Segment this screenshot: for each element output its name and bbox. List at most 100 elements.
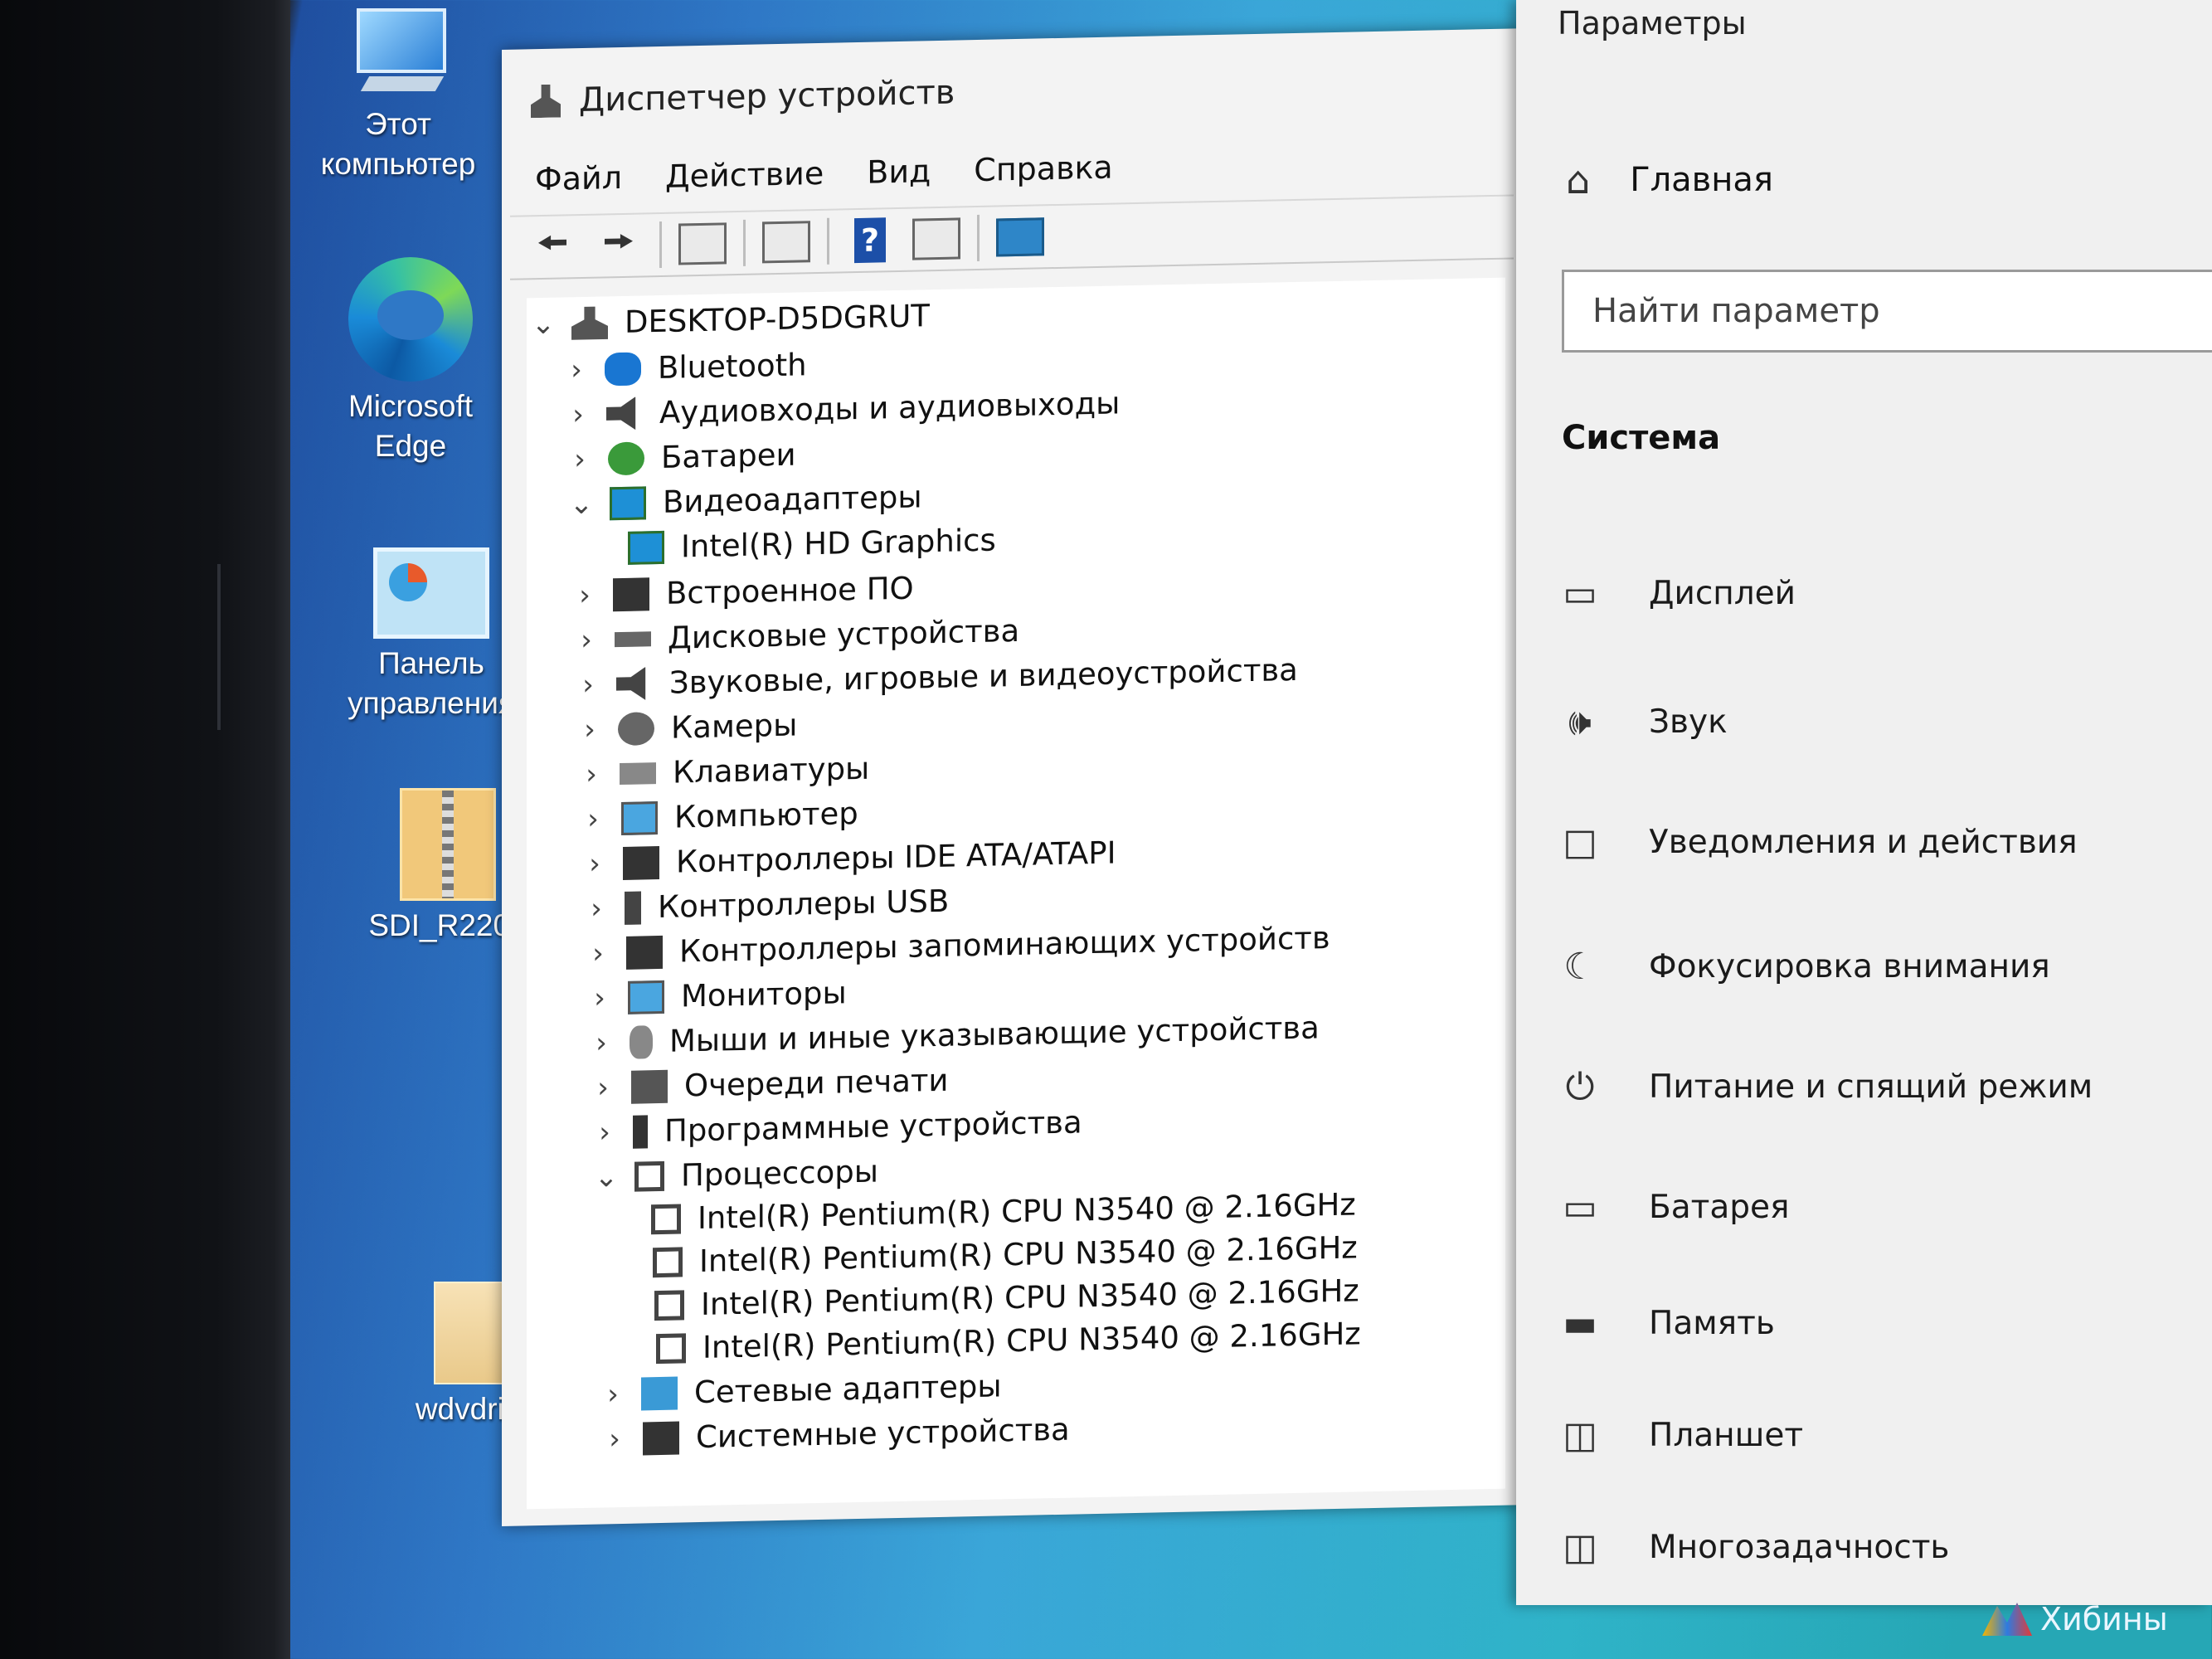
watermark-logo-icon — [1982, 1603, 2032, 1636]
chevron-right-icon[interactable]: › — [573, 713, 606, 747]
chevron-down-icon[interactable]: ⌄ — [565, 487, 598, 521]
tree-node-software-devices[interactable]: › Программные устройства — [588, 1104, 1082, 1150]
settings-item-sound[interactable]: 🕪 Звук — [1558, 701, 1728, 743]
chevron-right-icon[interactable]: › — [560, 353, 593, 387]
menu-view[interactable]: Вид — [867, 153, 931, 191]
tree-node-label: Системные устройства — [696, 1411, 1070, 1456]
settings-item-multitasking[interactable]: ◫ Многозадачность — [1558, 1526, 1949, 1569]
scan-hardware-icon[interactable] — [994, 212, 1046, 261]
settings-title: Параметры — [1558, 5, 1747, 41]
chevron-right-icon[interactable]: › — [598, 1422, 631, 1456]
menu-action[interactable]: Действие — [665, 155, 824, 195]
settings-item-battery[interactable]: ▭ Батарея — [1558, 1186, 1789, 1228]
window-title-bar[interactable]: Диспетчер устройств — [531, 74, 955, 121]
chevron-right-icon[interactable]: › — [586, 1071, 620, 1105]
forward-arrow-icon[interactable]: 🠚 — [593, 220, 644, 270]
processor-icon — [651, 1203, 681, 1234]
menu-file[interactable]: Файл — [535, 159, 622, 197]
tree-node-system-devices[interactable]: › Системные устройства — [598, 1412, 1070, 1457]
tree-leaf-cpu[interactable]: Intel(R) Pentium(R) CPU N3540 @ 2.16GHz — [644, 1316, 1361, 1366]
tree-node-sound-video[interactable]: › Звуковые, игровые и видеоустройства — [571, 652, 1298, 703]
settings-item-storage[interactable]: ▬ Память — [1558, 1302, 1775, 1345]
properties-icon[interactable] — [677, 219, 728, 268]
tree-node-label: Процессоры — [681, 1153, 878, 1194]
settings-item-focus-assist[interactable]: ☾ Фокусировка внимания — [1558, 946, 2050, 988]
chevron-right-icon[interactable]: › — [588, 1115, 621, 1149]
settings-item-notifications[interactable]: □ Уведомления и действия — [1558, 821, 2077, 864]
chevron-down-icon[interactable]: ⌄ — [590, 1160, 623, 1194]
tree-node-keyboards[interactable]: › Клавиатуры — [575, 751, 869, 792]
desktop-icon-control-panel[interactable]: Панель управления — [336, 547, 527, 723]
tree-leaf-cpu[interactable]: Intel(R) Pentium(R) CPU N3540 @ 2.16GHz — [643, 1272, 1359, 1323]
tree-node-label: Мыши и иные указывающие устройства — [669, 1010, 1320, 1059]
tree-node-audio-io[interactable]: › Аудиовходы и аудиовыходы — [562, 385, 1120, 432]
chevron-right-icon[interactable]: › — [580, 892, 613, 926]
settings-item-power[interactable]: ⏻ Питание и спящий режим — [1558, 1066, 2093, 1108]
tree-node-network-adapters[interactable]: › Сетевые адаптеры — [596, 1368, 1001, 1412]
tree-root[interactable]: ⌄ DESKTOP-D5DGRUT — [527, 298, 930, 342]
chevron-right-icon[interactable]: › — [568, 578, 601, 612]
usb-icon — [625, 890, 641, 925]
tree-node-display-adapters[interactable]: ⌄ Видеоадаптеры — [565, 479, 922, 522]
tree-node-label: Контроллеры запоминающих устройств — [679, 920, 1330, 970]
tree-node-print-queues[interactable]: › Очереди печати — [586, 1063, 948, 1106]
update-driver-icon[interactable] — [761, 217, 812, 266]
tree-node-label: Звуковые, игровые и видеоустройства — [669, 651, 1298, 701]
help-icon[interactable]: ? — [844, 216, 896, 265]
chevron-right-icon[interactable]: › — [596, 1377, 630, 1411]
processor-icon — [634, 1160, 664, 1192]
monitor-icon — [621, 800, 658, 835]
tree-node-usb-controllers[interactable]: › Контроллеры USB — [580, 883, 949, 927]
tree-node-label: Очереди печати — [684, 1062, 949, 1104]
chevron-right-icon[interactable]: › — [576, 802, 610, 836]
tree-leaf-cpu[interactable]: Intel(R) Pentium(R) CPU N3540 @ 2.16GHz — [639, 1186, 1356, 1237]
chevron-right-icon[interactable]: › — [581, 937, 615, 971]
show-hidden-icon[interactable] — [911, 214, 962, 263]
desktop-icon-this-pc[interactable]: Этот компьютер — [307, 8, 489, 184]
tree-node-label: Intel(R) Pentium(R) CPU N3540 @ 2.16GHz — [698, 1186, 1356, 1237]
back-arrow-icon[interactable]: 🠘 — [527, 221, 578, 271]
chevron-right-icon[interactable]: › — [570, 623, 603, 657]
chevron-right-icon[interactable]: › — [585, 1026, 618, 1060]
tree-leaf-hd-graphics[interactable]: Intel(R) HD Graphics — [616, 523, 996, 567]
desktop-icon-edge[interactable]: Microsoft Edge — [328, 257, 493, 466]
multitasking-icon: ◫ — [1563, 1526, 1597, 1569]
storage-icon: ▬ — [1563, 1302, 1597, 1345]
settings-home-link[interactable]: ⌂ Главная — [1566, 158, 1773, 202]
tree-node-storage-controllers[interactable]: › Контроллеры запоминающих устройств — [581, 920, 1330, 971]
tree-node-label: Мониторы — [681, 975, 847, 1014]
settings-search-input[interactable]: Найти параметр — [1562, 270, 2212, 353]
tree-node-monitors[interactable]: › Мониторы — [583, 975, 847, 1016]
tree-node-batteries[interactable]: › Батареи — [563, 437, 795, 478]
chevron-right-icon[interactable]: › — [571, 668, 605, 702]
chevron-right-icon[interactable]: › — [583, 981, 616, 1015]
moon-icon: ☾ — [1563, 946, 1597, 988]
tree-node-bluetooth[interactable]: › Bluetooth — [560, 347, 806, 387]
keyboard-icon — [620, 761, 656, 785]
menu-help[interactable]: Справка — [974, 149, 1112, 189]
settings-item-tablet[interactable]: ◫ Планшет — [1558, 1414, 1803, 1457]
settings-item-display[interactable]: ▭ Дисплей — [1558, 572, 1796, 615]
tree-node-mice[interactable]: › Мыши и иные указывающие устройства — [585, 1010, 1320, 1061]
chevron-right-icon[interactable]: › — [563, 442, 596, 476]
tree-node-label: Камеры — [671, 707, 798, 746]
screen-bezel — [0, 0, 290, 1659]
chevron-right-icon[interactable]: › — [578, 847, 611, 881]
tree-node-processors[interactable]: ⌄ Процессоры — [590, 1153, 878, 1194]
processor-icon — [653, 1246, 683, 1277]
tree-node-disk-drives[interactable]: › Дисковые устройства — [570, 613, 1019, 658]
tree-node-cameras[interactable]: › Камеры — [573, 708, 797, 748]
toolbar-separator — [977, 214, 980, 261]
tree-node-firmware[interactable]: › Встроенное ПО — [568, 571, 913, 614]
chevron-right-icon[interactable]: › — [562, 397, 595, 431]
chevron-right-icon[interactable]: › — [575, 757, 608, 791]
home-icon: ⌂ — [1566, 158, 1591, 202]
tree-leaf-cpu[interactable]: Intel(R) Pentium(R) CPU N3540 @ 2.16GHz — [641, 1229, 1358, 1280]
tree-node-computer[interactable]: › Компьютер — [576, 795, 858, 837]
computer-icon — [348, 8, 448, 100]
processor-icon — [656, 1332, 686, 1364]
desktop-icon-label: Microsoft Edge — [348, 389, 474, 463]
chevron-down-icon[interactable]: ⌄ — [527, 307, 560, 341]
notification-icon: □ — [1563, 821, 1597, 864]
tree-node-ide-controllers[interactable]: › Контроллеры IDE ATA/ATAPI — [578, 834, 1116, 882]
